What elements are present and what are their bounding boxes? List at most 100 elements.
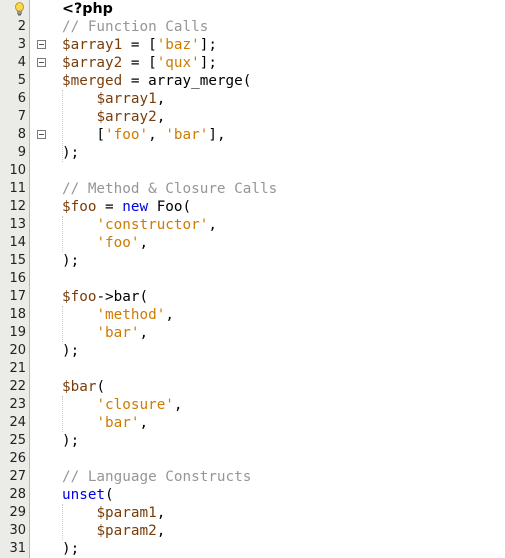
code-text: $param2, [62, 522, 165, 540]
indent-guide [62, 306, 63, 342]
code-editor[interactable]: <?php 2// Function Calls 3 $array1 = ['baz'… [0, 0, 505, 558]
fold-collapse-icon[interactable] [37, 130, 46, 139]
code-line[interactable]: 17 $foo->bar( [0, 288, 505, 306]
token-plain: , [156, 523, 166, 539]
code-line[interactable]: 31); [0, 540, 505, 558]
code-line[interactable]: 14 'foo', [0, 234, 505, 252]
token-php: <?php [62, 1, 113, 17]
token-var: $foo [62, 289, 97, 305]
token-plain: , [156, 505, 166, 521]
code-text: // Method & Closure Calls [62, 180, 277, 198]
code-line[interactable]: 22 $bar( [0, 378, 505, 396]
code-line[interactable]: 4 $array2 = ['qux']; [0, 54, 505, 72]
code-text: // Language Constructs [62, 468, 251, 486]
code-line[interactable]: 27 // Language Constructs [0, 468, 505, 486]
code-line[interactable]: 20); [0, 342, 505, 360]
token-var: $param1 [96, 505, 157, 521]
token-plain: = array_merge( [122, 73, 252, 89]
code-line[interactable]: 12 $foo = new Foo( [0, 198, 505, 216]
code-line[interactable]: 2 // Function Calls [0, 18, 505, 36]
token-plain: ]; [199, 37, 217, 53]
hint-lightbulb-icon[interactable] [15, 2, 24, 16]
code-text: ); [62, 342, 79, 360]
line-number: 9 [17, 145, 26, 160]
code-text: 'closure', [62, 396, 182, 414]
code-line[interactable]: 3 $array1 = ['baz']; [0, 36, 505, 54]
code-line[interactable]: 30 $param2, [0, 522, 505, 540]
line-number: 23 [9, 397, 26, 412]
code-line[interactable]: 18 'method', [0, 306, 505, 324]
token-var: $array2 [62, 55, 123, 71]
line-number: 18 [9, 307, 26, 322]
code-line[interactable]: 28 unset( [0, 486, 505, 504]
code-line[interactable]: 5 $merged = array_merge( [0, 72, 505, 90]
token-plain: = [96, 199, 123, 215]
code-line[interactable]: 11 // Method & Closure Calls [0, 180, 505, 198]
line-number: 8 [17, 127, 26, 142]
code-line[interactable]: 19 'bar', [0, 324, 505, 342]
code-text: $array1, [62, 90, 165, 108]
token-plain: , [139, 325, 149, 341]
code-text: $foo->bar( [62, 288, 148, 306]
token-var: $array1 [62, 37, 123, 53]
token-kw: new [122, 199, 149, 215]
code-line[interactable]: 16 [0, 270, 505, 288]
token-plain: , [208, 217, 217, 233]
code-line[interactable]: 9); [0, 144, 505, 162]
code-line[interactable]: 8 ['foo', 'bar'], [0, 126, 505, 144]
indent-guide [62, 504, 63, 540]
code-line[interactable]: 26 [0, 450, 505, 468]
token-plain: = [ [122, 37, 157, 53]
token-plain: ); [62, 433, 80, 449]
token-plain: ->bar( [96, 289, 149, 305]
line-number: 21 [9, 361, 26, 376]
code-text: 'bar', [62, 414, 148, 432]
token-str: 'closure' [96, 397, 174, 413]
code-line[interactable]: 13 'constructor', [0, 216, 505, 234]
token-plain: [ [62, 127, 106, 143]
line-number: 3 [17, 37, 26, 52]
line-number: 22 [9, 379, 26, 394]
code-line[interactable]: 29 $param1, [0, 504, 505, 522]
code-line[interactable]: 10 [0, 162, 505, 180]
token-plain: , [165, 307, 174, 323]
indent-guide [62, 216, 63, 252]
token-plain: ], [208, 127, 226, 143]
fold-collapse-icon[interactable] [37, 58, 46, 67]
code-line[interactable]: 23 'closure', [0, 396, 505, 414]
code-text: $merged = array_merge( [62, 72, 251, 90]
line-number: 24 [9, 415, 26, 430]
code-text: // Function Calls [62, 18, 208, 36]
code-line[interactable]: 6 $array1, [0, 90, 505, 108]
token-var: $foo [62, 199, 97, 215]
line-number: 11 [9, 181, 26, 196]
code-line[interactable]: 7 $array2, [0, 108, 505, 126]
fold-collapse-icon[interactable] [37, 40, 46, 49]
code-text: 'foo', [62, 234, 148, 252]
code-line[interactable]: 25); [0, 432, 505, 450]
code-text: ); [62, 252, 79, 270]
token-plain: ); [62, 253, 80, 269]
token-plain: ( [96, 379, 106, 395]
line-number: 7 [17, 109, 26, 124]
token-str: 'bar' [96, 325, 140, 341]
token-var: $array2 [96, 109, 157, 125]
token-str: 'foo' [105, 127, 149, 143]
code-text: ); [62, 144, 79, 162]
code-line[interactable]: 24 'bar', [0, 414, 505, 432]
code-line[interactable]: 21 [0, 360, 505, 378]
line-number: 29 [9, 505, 26, 520]
code-line[interactable]: 15); [0, 252, 505, 270]
token-plain: ]; [199, 55, 217, 71]
code-text: 'bar', [62, 324, 148, 342]
token-str: 'bar' [165, 127, 209, 143]
token-comment: // Function Calls [62, 19, 209, 35]
indent-guide [62, 396, 63, 432]
code-text: $array1 = ['baz']; [62, 36, 217, 54]
code-line[interactable]: <?php [0, 0, 505, 18]
token-str: 'baz' [156, 37, 200, 53]
line-number: 19 [9, 325, 26, 340]
